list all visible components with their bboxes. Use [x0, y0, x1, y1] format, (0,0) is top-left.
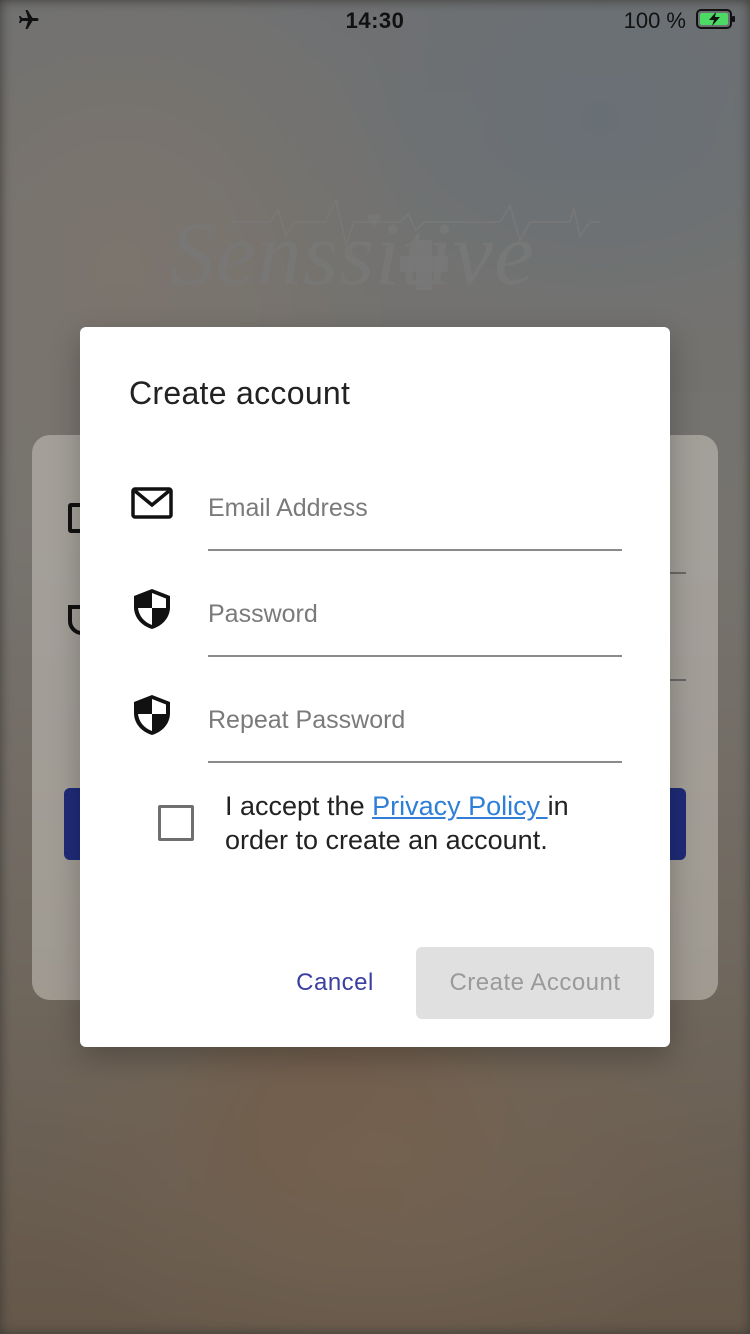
create-account-dialog: Create account Email Address I accept th… [80, 327, 670, 1047]
repeat-password-field[interactable] [208, 679, 622, 763]
dialog-title: Create account [129, 375, 351, 411]
shield-icon [134, 695, 170, 735]
privacy-policy-link[interactable]: Privacy Policy [372, 791, 548, 821]
logo-text: Senssitive [170, 205, 535, 304]
shield-icon [134, 589, 170, 629]
consent-prefix: I accept the [225, 791, 373, 821]
create-account-button[interactable]: Create Account [416, 947, 654, 1019]
status-bar: 14:30 100 % [0, 0, 750, 40]
cancel-button[interactable]: Cancel [280, 947, 390, 1019]
battery-charging-icon [696, 9, 735, 29]
screen: Senssitive 14:30 100 % Create account Em… [0, 0, 750, 1334]
envelope-icon [131, 487, 173, 519]
repeat-password-field-row [80, 679, 670, 769]
password-field-row [80, 573, 670, 663]
email-field[interactable] [208, 467, 622, 551]
app-logo: Senssitive [170, 200, 600, 310]
consent-text: I accept the Privacy Policy in order to … [225, 789, 625, 857]
battery-percent: 100 % [623, 8, 686, 33]
email-field-row [80, 467, 670, 557]
privacy-policy-checkbox[interactable] [158, 805, 194, 841]
password-field[interactable] [208, 573, 622, 657]
